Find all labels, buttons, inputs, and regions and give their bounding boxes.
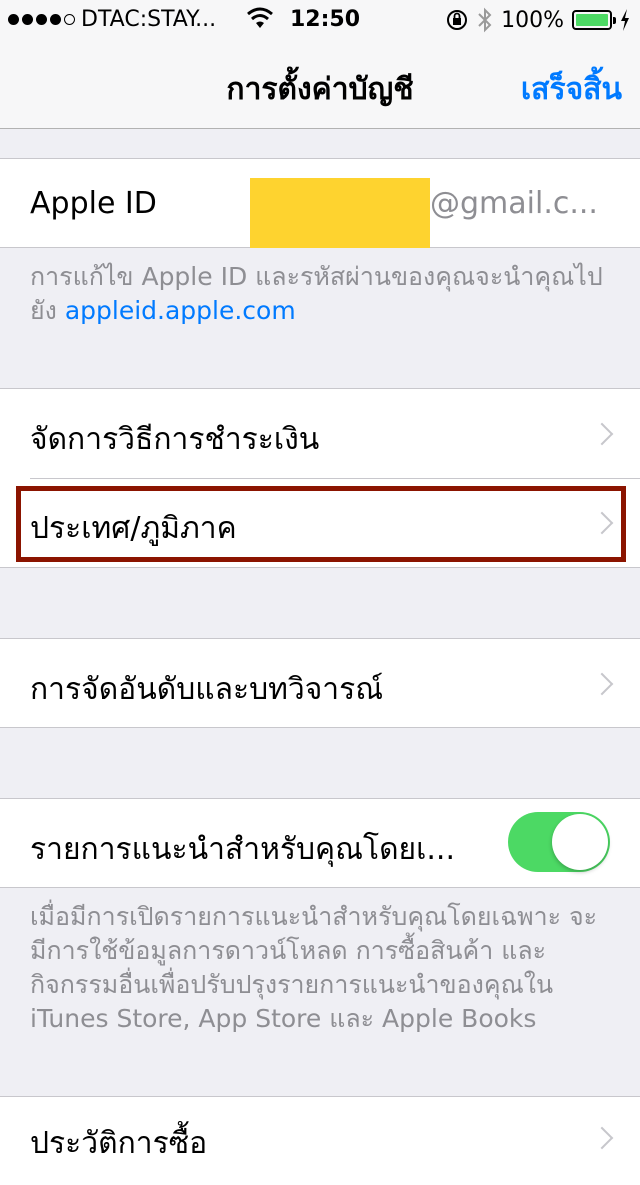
status-time: 12:50 bbox=[290, 7, 361, 32]
status-right: 100% bbox=[445, 7, 630, 33]
highlight-box bbox=[16, 486, 626, 562]
carrier-group: DTAC:STAY... bbox=[8, 7, 216, 32]
personalized-recommendations-label: รายการแนะนำสำหรับคุณโดยเ... bbox=[30, 832, 455, 867]
apple-id-label: Apple ID bbox=[30, 186, 157, 221]
personalized-toggle[interactable] bbox=[508, 812, 610, 872]
rotation-lock-icon bbox=[447, 10, 468, 30]
done-button[interactable]: เสร็จสิ้น bbox=[521, 66, 622, 113]
battery-icon bbox=[572, 10, 616, 30]
ratings-reviews-label: การจัดอันดับและบทวิจารณ์ bbox=[30, 672, 384, 707]
navigation-bar: การตั้งค่าบัญชี เสร็จสิ้น bbox=[0, 40, 640, 129]
appleid-link[interactable]: appleid.apple.com bbox=[65, 296, 296, 325]
redacted-email-block bbox=[250, 178, 430, 248]
payment-method-label: จัดการวิธีการชำระเงิน bbox=[30, 422, 320, 457]
charging-bolt-icon bbox=[621, 9, 629, 31]
toggle-knob bbox=[552, 814, 608, 870]
carrier-name: DTAC:STAY... bbox=[81, 7, 217, 32]
bluetooth-icon bbox=[478, 7, 492, 33]
apple-id-footer: การแก้ไข Apple ID และรหัสผ่านของคุณจะนำค… bbox=[30, 260, 610, 328]
wifi-icon bbox=[247, 7, 273, 28]
battery-percent: 100% bbox=[501, 7, 564, 33]
status-bar: DTAC:STAY... 12:50 100% bbox=[0, 0, 640, 40]
personalized-footer: เมื่อมีการเปิดรายการแนะนำสำหรับคุณโดยเฉพ… bbox=[30, 902, 598, 1033]
signal-dots-icon bbox=[8, 14, 75, 25]
purchase-history-label: ประวัติการซื้อ bbox=[30, 1126, 208, 1161]
apple-id-email-suffix: @gmail.c... bbox=[430, 186, 598, 221]
